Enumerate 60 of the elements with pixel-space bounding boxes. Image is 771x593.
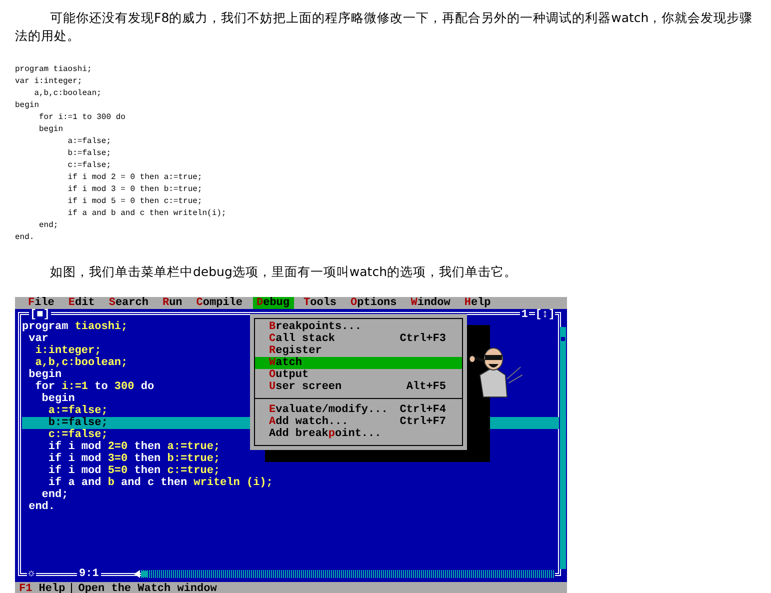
menu-option[interactable]: User screen Alt+F5 [255,381,462,393]
code-line: if i mod 2 = 0 then a:=true; [66,172,202,184]
code-line: if a and b and c then writeln (i); [47,477,273,489]
code-line: begin [38,124,64,136]
menu-option[interactable]: Add breakpoint... [255,428,462,440]
code-line: if i mod 3=0 then b:=true; [47,453,220,465]
zoom-button[interactable]: [↕] [535,309,555,321]
menu-item[interactable]: Compile [192,297,246,309]
article-paragraph: 如图，我们单击菜单栏中debug选项，里面有一项叫watch的选项，我们单击它。 [49,263,517,281]
code-line: end. [15,232,34,244]
code-line: var i:integer; [15,76,82,88]
menu-item[interactable]: Window [406,297,454,309]
menu-item[interactable]: Search [104,297,152,309]
code-line: end; [38,220,58,232]
code-line: for i:=1 to 300 do [38,112,126,124]
code-line: c:=false; [66,160,112,172]
horizontal-scrollbar[interactable] [141,570,555,578]
article-paragraph: 可能你还没有发现F8的威力，我们不妨把上面的程序略微修改一下，再配合另外的一种调试的利器watch，你就会发现步骤法的用处。 [15,9,754,45]
code-line: if i mod 2=0 then a:=true; [47,441,220,453]
menu-item[interactable]: Run [158,297,186,309]
code-line: c:=false; [47,429,108,441]
menu-item[interactable]: Tools [300,297,341,309]
code-line: if i mod 5 = 0 then c:=true; [66,196,202,208]
cartoon-figure-drawing [468,345,524,399]
code-line: i:integer; [34,345,102,357]
close-button[interactable]: [■] [29,309,51,321]
code-line: begin [28,369,62,381]
menu-option[interactable]: Evaluate/modify... Ctrl+F4 [255,404,462,416]
code-line: program tiaoshi; [22,321,128,333]
code-line: if i mod 5=0 then c:=true; [47,465,220,477]
menu-option[interactable]: Call stack Ctrl+F3 [255,333,462,345]
menu-item[interactable]: Debug [252,297,294,309]
menu-option[interactable]: Add watch... Ctrl+F7 [255,416,462,428]
code-line: begin [40,393,75,405]
menu-item[interactable]: File [24,297,58,309]
menu-option[interactable]: Breakpoints... [255,321,462,333]
code-line: if i mod 3 = 0 then b:=true; [66,184,202,196]
code-line: end. [28,501,56,513]
status-message: Open the Watch window [78,582,217,593]
code-line: a:=false; [47,405,108,417]
code-line: b:=false; [47,417,108,429]
code-line: a,b,c:boolean; [33,88,102,100]
menu-item[interactable]: Options [346,297,401,309]
menu-item[interactable]: Help [460,297,495,309]
code-line: for i:=1 to 300 do [34,381,154,393]
code-line: var [28,333,48,345]
code-line: b:=false; [66,148,112,160]
code-line: a,b,c:boolean; [34,357,128,369]
menu-item[interactable]: Edit [64,297,99,309]
code-line: end; [40,489,68,501]
code-line: if a and b and c then writeln(i); [66,208,226,220]
code-line: a:=false; [66,136,112,148]
vertical-scrollbar[interactable] [560,327,566,569]
code-line: begin [15,100,40,112]
menu-option[interactable]: Watch [255,357,462,369]
menu-option[interactable]: Output [255,369,462,381]
help-key[interactable]: F1 Help [19,582,66,593]
code-line: program tiaoshi; [15,64,92,76]
menu-option[interactable]: Register [255,345,462,357]
resize-handle[interactable]: ☼ [27,568,36,580]
